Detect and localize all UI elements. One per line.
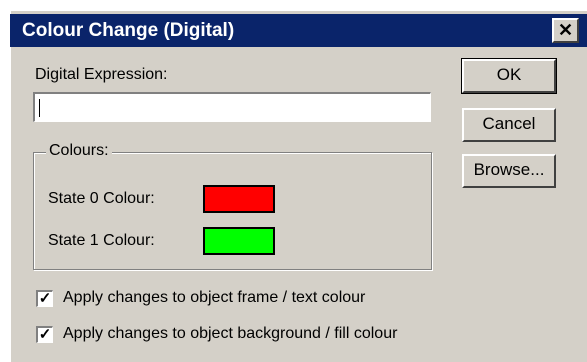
- state0-colour-swatch[interactable]: [203, 185, 275, 213]
- close-icon: ✕: [557, 20, 574, 40]
- colours-group-label: Colours:: [46, 142, 112, 160]
- state1-colour-swatch[interactable]: [203, 227, 275, 255]
- text-caret: [39, 99, 40, 117]
- browse-button[interactable]: Browse...: [462, 154, 556, 188]
- dialog-title: Colour Change (Digital): [22, 20, 235, 41]
- cancel-button[interactable]: Cancel: [462, 108, 556, 142]
- expression-input[interactable]: [33, 92, 431, 122]
- expression-label: Digital Expression:: [35, 66, 168, 83]
- background-fill-colour-label[interactable]: Apply changes to object background / fil…: [63, 325, 397, 343]
- close-button[interactable]: ✕: [552, 18, 579, 43]
- background-fill-colour-checkbox[interactable]: ✓: [36, 326, 53, 343]
- state0-label: State 0 Colour:: [48, 190, 155, 207]
- state1-label: State 1 Colour:: [48, 232, 155, 249]
- ok-button[interactable]: OK: [461, 58, 557, 94]
- frame-text-colour-checkbox[interactable]: ✓: [36, 290, 53, 307]
- frame-text-colour-label[interactable]: Apply changes to object frame / text col…: [63, 289, 365, 307]
